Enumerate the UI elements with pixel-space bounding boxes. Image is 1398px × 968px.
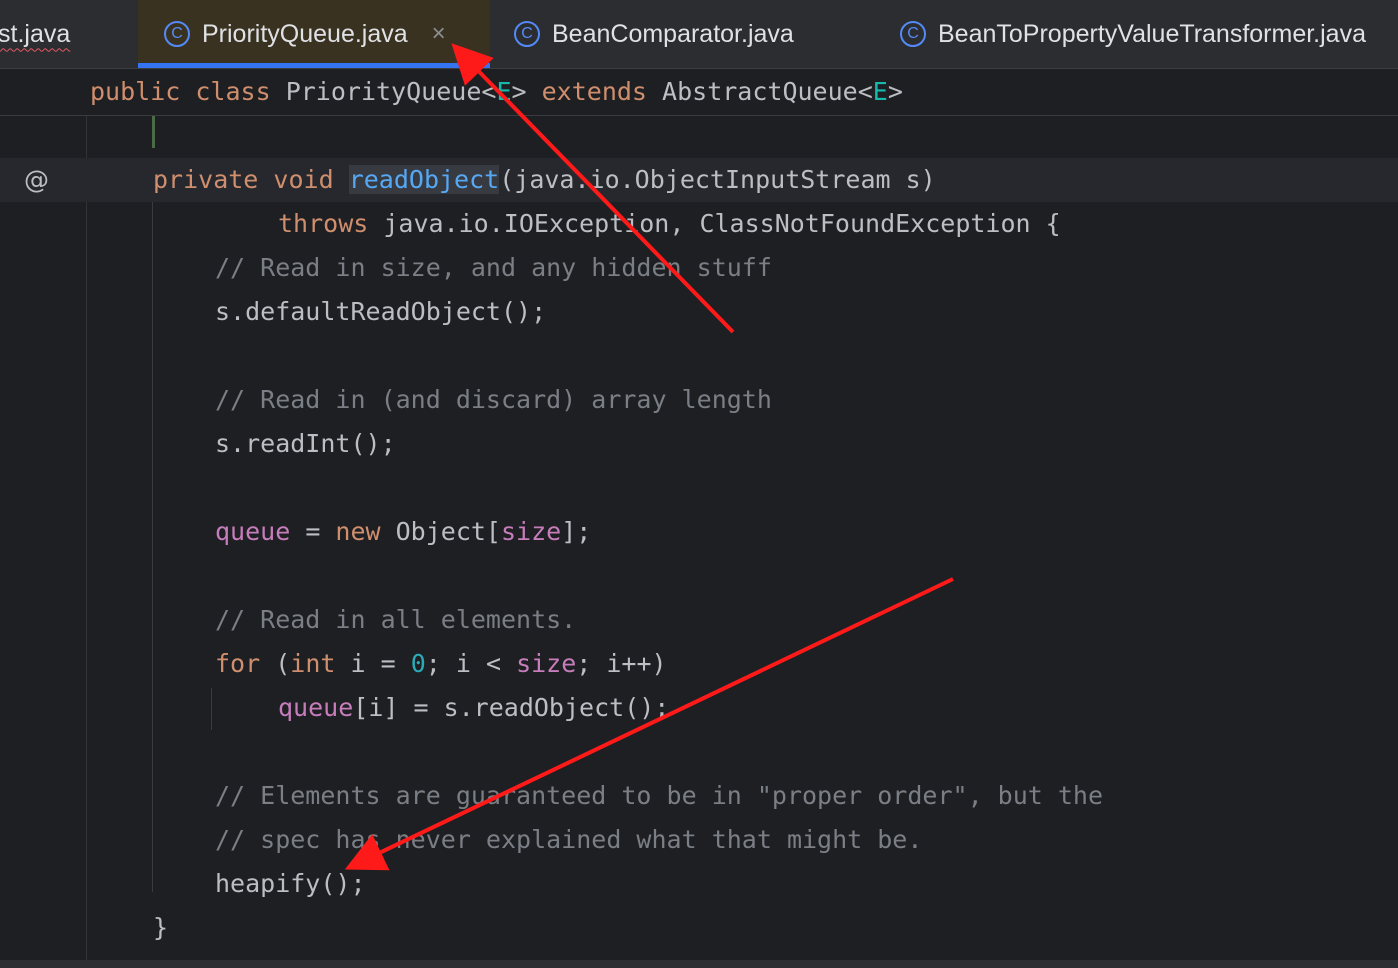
tab-label: BeanComparator.java [552,19,794,48]
indent-guide [152,202,153,892]
class-icon: C [900,21,926,47]
code-line-throws: throws java.io.IOException, ClassNotFoun… [278,209,1061,238]
horizontal-scrollbar[interactable] [0,960,1398,968]
indent-guide [211,688,212,730]
class-icon: C [514,21,540,47]
gutter [0,116,87,960]
code-line: s.defaultReadObject(); [215,297,547,326]
code-closing-brace: } [153,913,169,942]
code-line-method-signature: private void readObject(java.io.ObjectIn… [153,165,936,194]
code-line-heapify: heapify(); [215,869,366,898]
tab-beantopropertyvaluetransformer-java[interactable]: C BeanToPropertyValueTransformer.java [900,0,1366,68]
code-comment: // Read in (and discard) array length [215,385,772,414]
code-line-loop-body: queue[i] = s.readObject(); [278,693,670,722]
tab-beancomparator-java[interactable]: C BeanComparator.java [514,0,794,68]
class-icon: C [164,21,190,47]
code-comment: // Read in size, and any hidden stuff [215,253,772,282]
code-comment: // Elements are guaranteed to be in "pro… [215,781,1104,810]
javadoc-rendered-marker [152,116,155,148]
code-line-queue-alloc: queue = new Object[size]; [215,517,592,546]
editor-tab-bar: st.java C PriorityQueue.java × C BeanCom… [0,0,1398,69]
code-comment: // Read in all elements. [215,605,577,634]
tab-label: st.java [0,19,71,48]
code-line-for-loop: for (int i = 0; i < size; i++) [215,649,667,678]
tab-label: PriorityQueue.java [202,19,408,48]
method-name-readobject: readObject [348,165,500,194]
tab-priorityqueue-java[interactable]: C PriorityQueue.java × [138,0,490,68]
sticky-class-header[interactable]: public class PriorityQueue<E> extends Ab… [0,69,1398,116]
class-declaration: public class PriorityQueue<E> extends Ab… [90,77,903,106]
tab-test-java[interactable]: st.java [0,0,136,68]
code-editor[interactable]: @ private void readObject(java.io.Object… [0,116,1398,960]
override-gutter-icon[interactable]: @ [24,158,49,202]
code-comment: // spec has never explained what that mi… [215,825,923,854]
close-icon[interactable]: × [432,20,446,48]
code-line: s.readInt(); [215,429,396,458]
tab-label: BeanToPropertyValueTransformer.java [938,19,1366,48]
